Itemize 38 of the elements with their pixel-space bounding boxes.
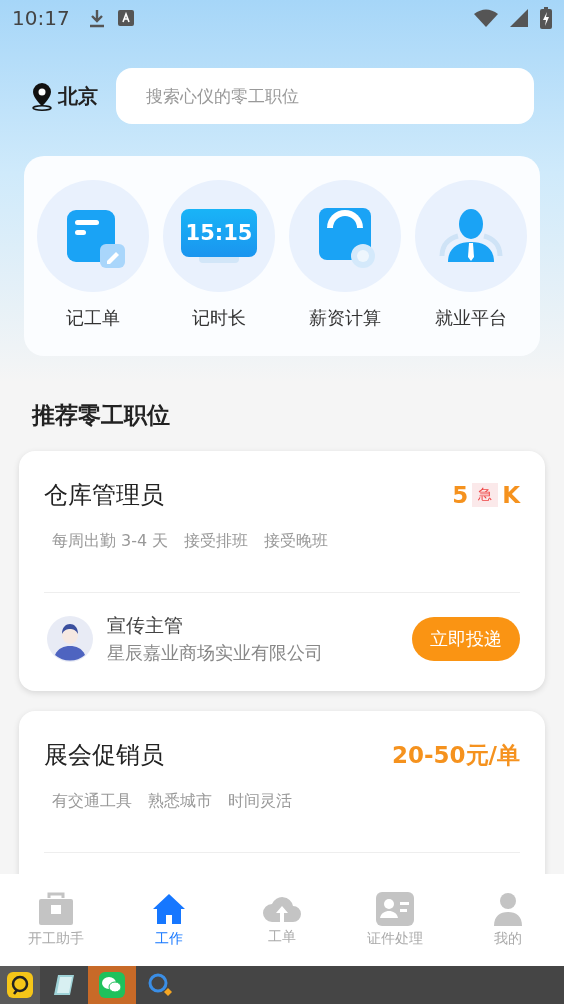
user-icon	[491, 892, 524, 926]
search-field[interactable]: 搜索心仪的零工职位	[116, 68, 534, 124]
app-icon[interactable]	[7, 972, 33, 998]
location-selector[interactable]: 北京	[30, 81, 98, 111]
status-time: 10:17	[12, 6, 70, 30]
company-name: 星辰嘉业商场实业有限公司	[107, 641, 324, 665]
clock-display: 15:15	[185, 221, 253, 245]
toolbox-icon	[38, 892, 75, 926]
job-title: 仓库管理员	[44, 480, 164, 511]
chat-app-icon[interactable]	[99, 972, 125, 998]
job-tag: 时间灵活	[228, 791, 292, 812]
signal-icon	[510, 9, 528, 27]
job-card[interactable]: 展会促销员 20-50元/单 有交通工具 熟悉城市 时间灵活	[19, 711, 545, 874]
battery-icon	[540, 7, 552, 29]
wifi-icon	[474, 9, 498, 27]
location-pin-icon	[30, 81, 54, 111]
keyboard-icon	[117, 10, 134, 26]
download-icon	[87, 8, 106, 28]
recruiter-name: 宣传主管	[107, 613, 184, 638]
job-tag: 熟悉城市	[148, 791, 212, 812]
salary-unit: K	[502, 482, 520, 508]
home-icon	[152, 892, 187, 926]
job-title: 展会促销员	[44, 740, 164, 771]
job-tag: 接受排班	[184, 531, 249, 552]
urgent-badge: 急	[472, 483, 499, 507]
section-title: 推荐零工职位	[32, 401, 171, 430]
job-tag: 接受晚班	[264, 531, 329, 552]
cloud-upload-icon	[262, 894, 302, 924]
id-card-icon	[375, 892, 414, 926]
salary-amount: 20-50元/单	[392, 740, 520, 770]
job-card[interactable]: 仓库管理员 5 急 K 每周出勤 3-4 天 接受排班 接受晚班 宣传主管 星辰嘉业商场实业有限公司 立即投递	[19, 451, 545, 691]
search-app-icon[interactable]	[147, 972, 173, 998]
job-tag: 每周出勤 3-4 天	[52, 531, 169, 552]
salary-amount: 5	[452, 482, 469, 508]
avatar-icon	[47, 616, 93, 662]
job-tag: 有交通工具	[52, 791, 132, 812]
notepad-icon[interactable]	[52, 973, 76, 997]
nav-tab[interactable]: 工作	[119, 892, 220, 948]
